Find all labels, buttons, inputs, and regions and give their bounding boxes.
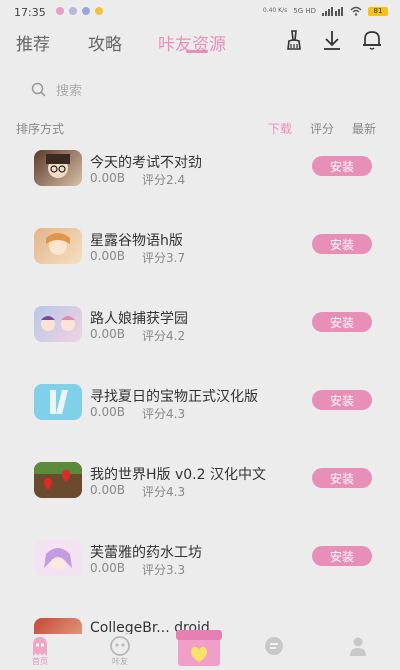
app-thumbnail bbox=[34, 306, 82, 342]
app-list: 今天的考试不对劲 0.00B 评分2.4 安装 星露谷物语h版 0.00B 评分… bbox=[0, 140, 400, 634]
tab-guides[interactable]: 攻略 bbox=[88, 30, 122, 55]
install-button[interactable]: 安装 bbox=[312, 468, 372, 488]
notification-icon bbox=[95, 7, 103, 15]
install-button[interactable]: 安装 bbox=[312, 546, 372, 566]
signal-label: 5G HD bbox=[293, 7, 316, 15]
app-size: 0.00B bbox=[90, 249, 125, 263]
active-tab-indicator bbox=[186, 50, 208, 53]
nav-friends-label: 咔友 bbox=[112, 657, 128, 666]
app-thumbnail bbox=[34, 228, 82, 264]
nav-friends[interactable]: 咔友 bbox=[100, 632, 140, 666]
notification-icon bbox=[56, 7, 64, 15]
notification-icon bbox=[69, 7, 77, 15]
app-rating: 评分4.3 bbox=[142, 407, 186, 421]
app-size: 0.00B bbox=[90, 483, 125, 497]
status-right: 0.40 K/s 5G HD 81 bbox=[263, 6, 388, 16]
sort-rating[interactable]: 评分 bbox=[310, 120, 334, 137]
notification-icons bbox=[56, 7, 103, 15]
install-button[interactable]: 安装 bbox=[312, 390, 372, 410]
network-speed: 0.40 K/s bbox=[262, 7, 288, 14]
list-item[interactable]: 芙蕾雅的药水工坊 0.00B 评分3.3 安装 bbox=[0, 534, 400, 594]
app-name: 今天的考试不对劲 bbox=[90, 155, 202, 171]
nav-home-label: 首页 bbox=[32, 657, 48, 666]
app-rating: 评分4.2 bbox=[142, 329, 186, 343]
app-size: 0.00B bbox=[90, 405, 125, 419]
list-item[interactable]: 星露谷物语h版 0.00B 评分3.7 安装 bbox=[0, 222, 400, 282]
nav-profile[interactable] bbox=[338, 632, 378, 666]
app-thumbnail bbox=[34, 540, 82, 576]
app-thumbnail bbox=[34, 150, 82, 186]
status-bar: 17:35 0.40 K/s 5G HD 81 bbox=[0, 0, 400, 24]
battery-icon: 81 bbox=[368, 6, 388, 16]
install-button[interactable]: 安装 bbox=[312, 234, 372, 254]
list-item[interactable]: 今天的考试不对劲 0.00B 评分2.4 安装 bbox=[0, 144, 400, 204]
nav-chat[interactable] bbox=[254, 632, 294, 666]
app-rating: 评分4.3 bbox=[142, 485, 186, 499]
signal-icon bbox=[322, 7, 343, 16]
list-item[interactable]: 寻找夏日的宝物正式汉化版 0.00B 评分4.3 安装 bbox=[0, 378, 400, 438]
wifi-icon bbox=[350, 6, 362, 16]
gift-box-icon bbox=[176, 630, 222, 666]
nav-home[interactable]: 首页 bbox=[20, 632, 60, 666]
app-rating: 评分3.3 bbox=[142, 563, 186, 577]
search-icon bbox=[31, 82, 46, 97]
bell-icon[interactable] bbox=[360, 28, 384, 52]
mop-icon[interactable] bbox=[282, 28, 306, 52]
app-name: 星露谷物语h版 bbox=[90, 233, 183, 249]
profile-icon bbox=[350, 637, 366, 656]
app-name: 路人娘捕获学园 bbox=[90, 311, 188, 327]
list-item[interactable]: 我的世界H版 v0.2 汉化中文 0.00B 评分4.3 安装 bbox=[0, 456, 400, 516]
install-button[interactable]: 安装 bbox=[312, 312, 372, 332]
search-box[interactable] bbox=[20, 76, 384, 104]
download-icon[interactable] bbox=[320, 28, 344, 52]
app-rating: 评分2.4 bbox=[142, 173, 186, 187]
app-size: 0.00B bbox=[90, 561, 125, 575]
sort-row: 排序方式 下载 评分 最新 bbox=[0, 118, 400, 138]
app-name: 芙蕾雅的药水工坊 bbox=[90, 545, 202, 561]
sort-newest[interactable]: 最新 bbox=[352, 120, 376, 137]
tab-recommend[interactable]: 推荐 bbox=[16, 30, 50, 55]
gamepad-icon bbox=[110, 636, 130, 656]
sort-label: 排序方式 bbox=[16, 122, 65, 136]
ghost-icon bbox=[33, 637, 47, 656]
notification-icon bbox=[82, 7, 90, 15]
app-rating: 评分3.7 bbox=[142, 251, 186, 265]
search-input[interactable] bbox=[54, 80, 358, 102]
app-name: 我的世界H版 v0.2 汉化中文 bbox=[90, 467, 266, 483]
nav-gift[interactable] bbox=[174, 622, 224, 666]
install-button[interactable]: 安装 bbox=[312, 156, 372, 176]
status-time: 17:35 bbox=[14, 6, 46, 19]
app-name: 寻找夏日的宝物正式汉化版 bbox=[90, 389, 258, 405]
app-size: 0.00B bbox=[90, 171, 125, 185]
list-item[interactable]: 路人娘捕获学园 0.00B 评分4.2 安装 bbox=[0, 300, 400, 360]
app-thumbnail bbox=[34, 384, 82, 420]
app-thumbnail bbox=[34, 462, 82, 498]
chat-icon bbox=[265, 637, 283, 655]
app-size: 0.00B bbox=[90, 327, 125, 341]
sort-downloads[interactable]: 下载 bbox=[268, 120, 292, 137]
